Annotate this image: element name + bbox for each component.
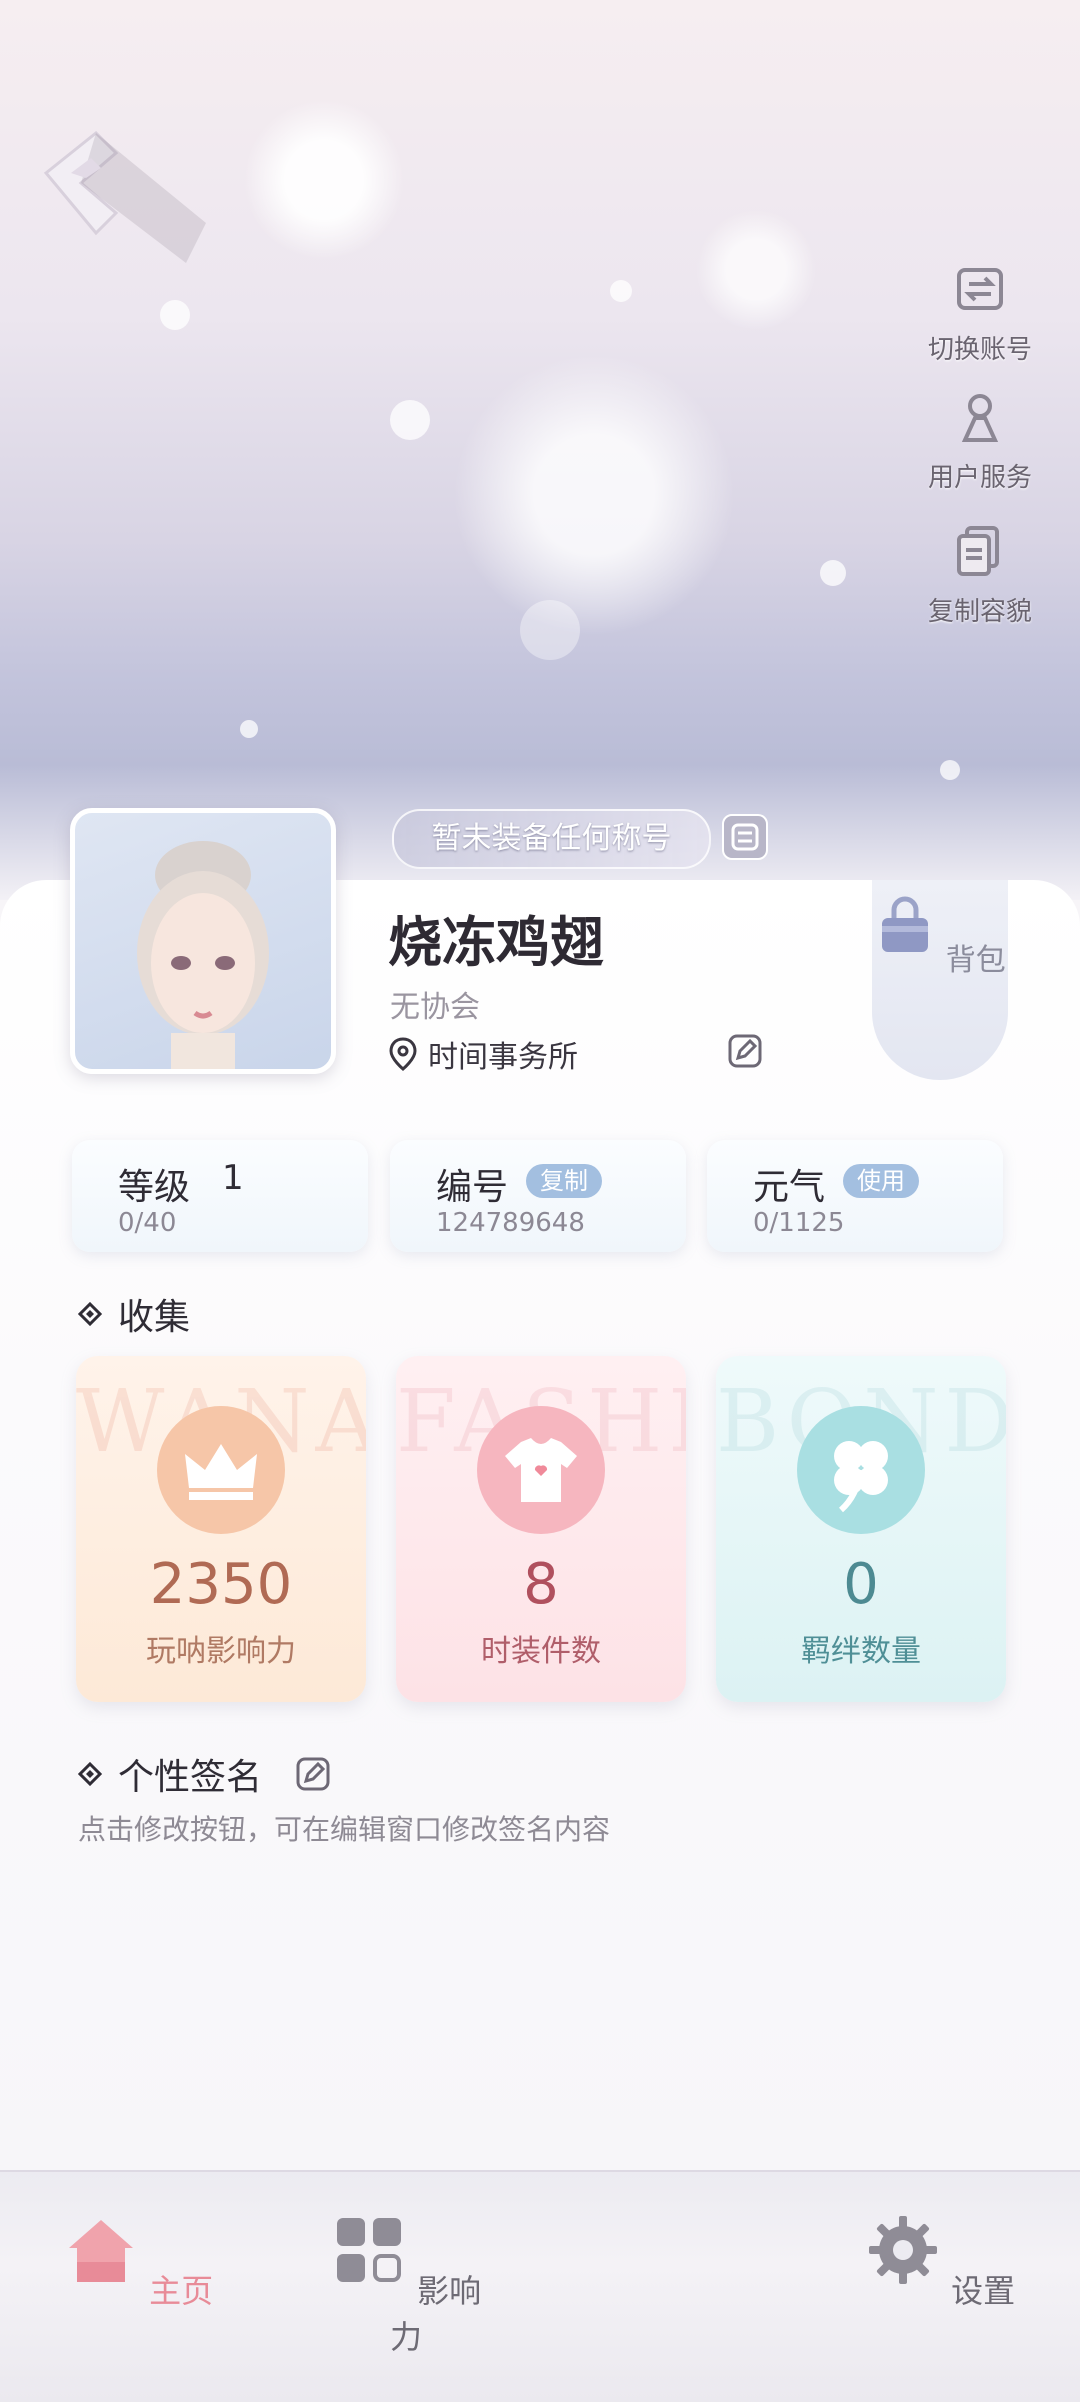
player-name: 烧冻鸡翅 [388,911,604,974]
user-service-label: 用户服务 [927,463,1032,493]
player-id-card: 编号 复制 124789648 [390,1140,686,1252]
nav-settings[interactable]: 设置 [850,2212,1030,2312]
influence-value: 2350 [149,1552,293,1617]
copy-id-button[interactable]: 复制 [526,1164,602,1198]
nav-home[interactable]: 主页 [48,2212,228,2312]
fashion-label: 时装件数 [481,1634,601,1669]
gear-icon [868,2216,937,2284]
edit-icon [728,1034,762,1068]
level-label: 等级 [118,1167,191,1208]
fashion-card[interactable]: FASHIO 8 时装件数 [396,1356,686,1702]
nav-home-label: 主页 [149,2272,214,2310]
grid-icon [336,2218,401,2282]
use-energy-button[interactable]: 使用 [843,1164,919,1198]
bond-label: 羁绊数量 [801,1634,921,1669]
influence-card[interactable]: WANAN 2350 玩呐影响力 [76,1356,366,1702]
diamond-bullet-icon [78,1302,102,1326]
bag-label: 背包 [945,943,1006,978]
player-id-label: 编号 [436,1167,509,1208]
bond-card[interactable]: BOND 0 羁绊数量 [716,1356,1006,1702]
user-service-button[interactable]: 用户服务 [920,388,1040,494]
fashion-icon-circle [477,1406,605,1534]
copy-appearance-button[interactable]: 复制容貌 [920,522,1040,628]
copy-appearance-label: 复制容貌 [927,597,1032,627]
influence-icon-circle [157,1406,285,1534]
diamond-bullet-icon [78,1762,102,1786]
location-text: 时间事务所 [428,1040,578,1075]
guild-name: 无协会 [390,990,480,1025]
player-id-value: 124789648 [436,1208,585,1238]
nav-influence[interactable]: 影响力 [316,2212,496,2358]
collection-title-text: 收集 [118,1297,191,1338]
swap-icon [731,823,759,851]
edit-profile-button[interactable] [726,1032,764,1070]
energy-label: 元气 [753,1167,826,1208]
home-icon [68,2220,133,2282]
bag-icon [882,896,929,952]
back-arrow-icon [43,130,206,263]
bottom-nav: 主页 影响力 设置 [0,2170,1080,2402]
equipped-title-pill[interactable]: 暂未装备任何称号 [392,809,711,869]
bond-icon-circle [797,1406,925,1534]
signature-hint: 点击修改按钮，可在编辑窗口修改签名内容 [78,1813,611,1846]
clover-icon [834,1441,888,1513]
copy-appearance-icon [957,526,999,576]
tshirt-icon [505,1438,577,1502]
user-service-icon [961,394,999,442]
avatar[interactable] [70,808,336,1074]
collection-section-title: 收集 [78,1288,190,1340]
back-button[interactable] [36,128,216,288]
signature-section-title: 个性签名 [78,1748,332,1800]
avatar-portrait-icon [137,841,269,1069]
level-value: 1 [222,1158,244,1198]
bond-value: 0 [843,1552,879,1617]
switch-account-label: 切换账号 [927,335,1032,365]
energy-value: 0/1125 [753,1208,845,1238]
edit-signature-icon[interactable] [294,1755,332,1793]
energy-card: 元气 使用 0/1125 [707,1140,1003,1252]
crown-icon [185,1444,257,1500]
switch-account-icon [957,268,1003,310]
signature-title-text: 个性签名 [118,1757,263,1798]
title-swap-button[interactable] [722,814,768,860]
bag-button[interactable]: 背包 [872,880,1008,1080]
fashion-value: 8 [523,1552,559,1617]
location-pin-icon [389,1037,417,1071]
nav-settings-label: 设置 [951,2272,1016,2310]
switch-account-button[interactable]: 切换账号 [920,260,1040,366]
influence-label: 玩呐影响力 [146,1634,296,1669]
location: 时间事务所 [388,1032,578,1076]
level-progress: 0/40 [118,1208,177,1238]
level-card: 等级 1 0/40 [72,1140,368,1252]
